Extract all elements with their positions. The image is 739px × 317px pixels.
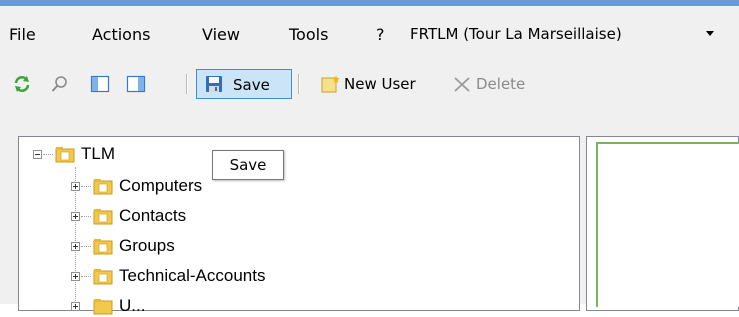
right-pane-icon[interactable] [126, 74, 146, 94]
tree-connector [81, 246, 91, 247]
folder-icon [55, 147, 75, 163]
toolbar-separator [186, 74, 188, 94]
folder-icon [93, 269, 113, 285]
folder-icon [93, 239, 113, 255]
menu-tools[interactable]: Tools [289, 24, 328, 46]
folder-icon [93, 179, 113, 195]
menu-actions[interactable]: Actions [92, 24, 150, 46]
menu-file[interactable]: File [9, 24, 36, 46]
tree-node-label: Groups [119, 236, 175, 255]
details-inner-frame [596, 142, 739, 307]
tree-node-label: Technical-Accounts [119, 266, 266, 285]
tree-node-contacts[interactable]: Contacts [19, 205, 419, 227]
tree-connector [81, 216, 91, 217]
menu-view[interactable]: View [202, 24, 240, 46]
toolbar: Save New User Delete [0, 66, 739, 102]
site-dropdown-value: FRTLM (Tour La Marseillaise) [410, 25, 622, 43]
save-tooltip: Save [212, 150, 284, 180]
tree-node-label: Computers [119, 176, 203, 195]
expand-icon[interactable] [71, 302, 80, 311]
chevron-down-icon [706, 31, 714, 36]
tree-node-technical-accounts[interactable]: Technical-Accounts [19, 265, 419, 287]
magnifier-icon[interactable] [50, 74, 70, 94]
expand-icon[interactable] [71, 212, 80, 221]
tree-node-label: U... [119, 296, 146, 315]
save-button[interactable]: Save [196, 69, 292, 99]
folder-icon [93, 299, 113, 315]
expand-icon[interactable] [71, 182, 80, 191]
tree-panel[interactable]: TLM Computers Contacts Groups Technical-… [18, 136, 580, 315]
refresh-icon[interactable] [12, 74, 32, 94]
tree-node-users[interactable]: U... [19, 295, 419, 317]
menu-help[interactable]: ? [376, 24, 385, 46]
toolbar-separator [298, 74, 300, 94]
delete-label[interactable]: Delete [476, 69, 525, 99]
left-pane-icon[interactable] [90, 74, 110, 94]
floppy-disk-icon [206, 76, 222, 92]
delete-icon[interactable] [452, 74, 472, 94]
tree-connector [81, 186, 91, 187]
folder-icon [93, 209, 113, 225]
tree-node-groups[interactable]: Groups [19, 235, 419, 257]
tree-node-label: Contacts [119, 206, 187, 225]
new-user-label[interactable]: New User [344, 69, 416, 99]
tree-connector [81, 276, 91, 277]
tree-node-label: TLM [81, 144, 115, 163]
expand-icon[interactable] [71, 272, 80, 281]
expand-icon[interactable] [71, 242, 80, 251]
collapse-icon[interactable] [33, 150, 42, 159]
save-button-label: Save [233, 76, 270, 94]
new-user-icon[interactable] [320, 74, 340, 94]
site-dropdown[interactable]: FRTLM (Tour La Marseillaise) [404, 22, 724, 46]
